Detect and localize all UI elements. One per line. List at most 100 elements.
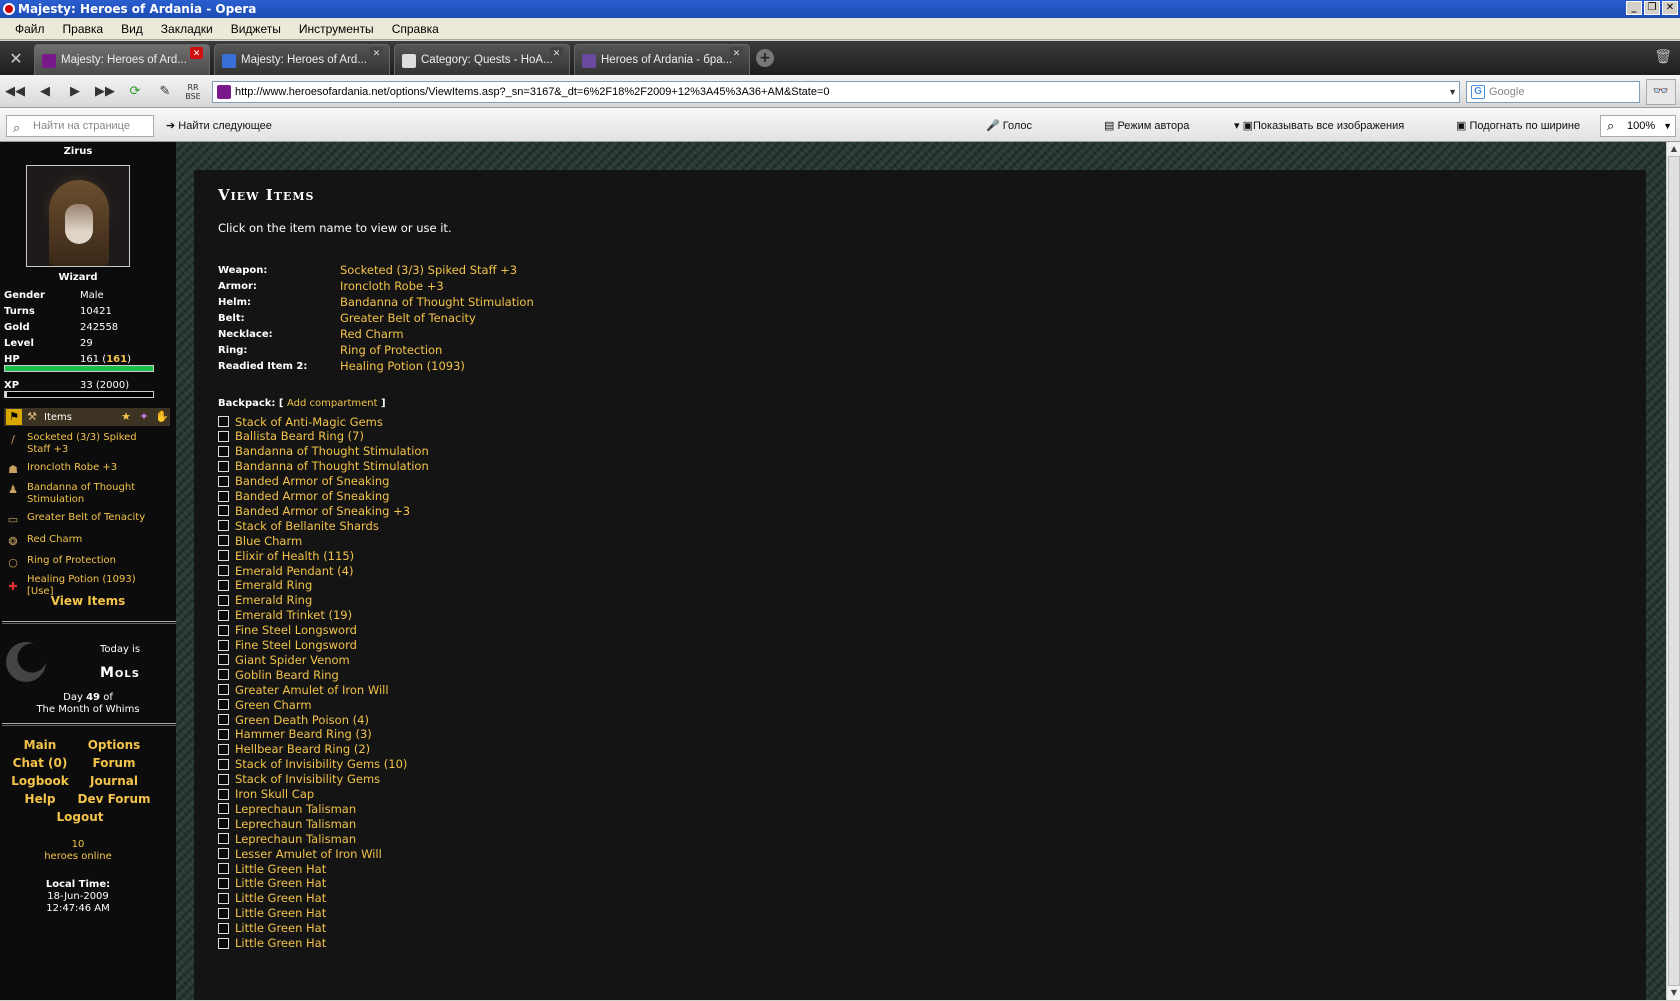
item-link[interactable]: Lesser Amulet of Iron Will <box>235 847 382 861</box>
item-checkbox[interactable] <box>218 550 229 562</box>
item-link[interactable]: Blue Charm <box>235 534 302 548</box>
item-checkbox[interactable] <box>218 490 229 502</box>
nav-options[interactable]: Options <box>74 738 154 752</box>
item-link[interactable]: Iron Skull Cap <box>235 787 314 801</box>
back-icon[interactable]: ◀ <box>34 83 56 101</box>
item-checkbox[interactable] <box>218 892 229 904</box>
tab-close-icon[interactable]: ✕ <box>370 47 383 59</box>
item-link[interactable]: Green Death Poison (4) <box>235 713 369 727</box>
close-window-button[interactable]: ✕ <box>1662 1 1678 15</box>
item-link[interactable]: Bandanna of Thought Stimulation <box>235 459 429 473</box>
item-link[interactable]: Banded Armor of Sneaking <box>235 474 389 488</box>
rewind-icon[interactable]: ◀◀ <box>4 83 26 101</box>
item-link[interactable]: Little Green Hat <box>235 936 326 950</box>
item-checkbox[interactable] <box>218 877 229 889</box>
nav-forum[interactable]: Forum <box>74 756 154 770</box>
tab-close-icon[interactable]: ✕ <box>730 47 743 59</box>
nav-dev-forum[interactable]: Dev Forum <box>74 792 154 806</box>
item-link[interactable]: Little Green Hat <box>235 921 326 935</box>
item-checkbox[interactable] <box>218 624 229 636</box>
item-link[interactable]: Stack of Invisibility Gems <box>235 772 380 786</box>
item-link[interactable]: Leprechaun Talisman <box>235 817 356 831</box>
reload-icon[interactable]: ⟳ <box>124 83 146 101</box>
item-checkbox[interactable] <box>218 520 229 532</box>
scroll-down-icon[interactable]: ▼ <box>1667 986 1680 1000</box>
nav-main[interactable]: Main <box>0 738 80 752</box>
item-link[interactable]: Banded Armor of Sneaking +3 <box>235 504 410 518</box>
url-field[interactable]: http://www.heroesofardania.net/options/V… <box>212 81 1460 103</box>
tab-1[interactable]: Majesty: Heroes of Ard... ✕ <box>34 44 210 75</box>
item-link[interactable]: Stack of Anti-Magic Gems <box>235 415 383 429</box>
tab-close-icon[interactable]: ✕ <box>190 47 203 59</box>
item-checkbox[interactable] <box>218 833 229 845</box>
item-checkbox[interactable] <box>218 669 229 681</box>
item-checkbox[interactable] <box>218 743 229 755</box>
item-checkbox[interactable] <box>218 937 229 949</box>
edit-icon[interactable]: ✎ <box>154 83 176 101</box>
item-link[interactable]: Leprechaun Talisman <box>235 832 356 846</box>
fast-forward-icon[interactable]: ▶▶ <box>94 83 116 101</box>
item-checkbox[interactable] <box>218 654 229 666</box>
restore-button[interactable]: ❐ <box>1644 1 1660 15</box>
tools-icon[interactable]: ✕ <box>6 49 26 69</box>
item-checkbox[interactable] <box>218 803 229 815</box>
url-dropdown-icon[interactable]: ▼ <box>1448 82 1457 102</box>
spell-icon[interactable]: ✦ <box>136 409 152 425</box>
item-checkbox[interactable] <box>218 728 229 740</box>
item-link[interactable]: Little Green Hat <box>235 862 326 876</box>
item-link[interactable]: Emerald Pendant (4) <box>235 564 353 578</box>
item-checkbox[interactable] <box>218 579 229 591</box>
item-checkbox[interactable] <box>218 818 229 830</box>
item-checkbox[interactable] <box>218 848 229 860</box>
item-checkbox[interactable] <box>218 639 229 651</box>
find-input[interactable]: ⌕ Найти на странице <box>6 115 154 137</box>
forward-icon[interactable]: ▶ <box>64 83 86 101</box>
tab-3[interactable]: Category: Quests - HoA... ✕ <box>394 44 570 75</box>
item-checkbox[interactable] <box>218 505 229 517</box>
item-link[interactable]: Giant Spider Venom <box>235 653 350 667</box>
item-link[interactable]: Elixir of Health (115) <box>235 549 354 563</box>
item-link[interactable]: Hammer Beard Ring (3) <box>235 727 372 741</box>
zoom-select[interactable]: ⌕ 100% ▼ <box>1600 115 1676 137</box>
scroll-up-icon[interactable]: ▲ <box>1667 142 1680 156</box>
item-checkbox[interactable] <box>218 922 229 934</box>
item-link[interactable]: Stack of Invisibility Gems (10) <box>235 757 407 771</box>
item-checkbox[interactable] <box>218 430 229 442</box>
add-compartment-link[interactable]: Add compartment <box>287 398 378 409</box>
voice-button[interactable]: 🎤 Голос <box>986 119 1032 132</box>
new-tab-icon[interactable]: + <box>756 49 774 67</box>
menu-bookmarks[interactable]: Закладки <box>152 22 222 36</box>
item-checkbox[interactable] <box>218 594 229 606</box>
item-checkbox[interactable] <box>218 460 229 472</box>
item-checkbox[interactable] <box>218 535 229 547</box>
item-link[interactable]: Greater Amulet of Iron Will <box>235 683 389 697</box>
items-label[interactable]: Items <box>44 412 116 423</box>
menu-file[interactable]: Файл <box>6 22 54 36</box>
zoom-dropdown-icon[interactable]: ▼ <box>1663 116 1672 136</box>
menu-tools[interactable]: Инструменты <box>290 22 383 36</box>
nav-logbook[interactable]: Logbook <box>0 774 80 788</box>
item-link[interactable]: Green Charm <box>235 698 312 712</box>
find-next-button[interactable]: ➔ Найти следующее <box>166 119 272 132</box>
item-checkbox[interactable] <box>218 863 229 874</box>
item-link[interactable]: Little Green Hat <box>235 906 326 920</box>
menu-edit[interactable]: Правка <box>54 22 113 36</box>
item-checkbox[interactable] <box>218 788 229 800</box>
item-link[interactable]: Fine Steel Longsword <box>235 638 357 652</box>
item-link[interactable]: Ballista Beard Ring (7) <box>235 429 364 443</box>
equip-necklace-link[interactable]: Red Charm <box>340 327 404 341</box>
nav-help[interactable]: Help <box>0 792 80 806</box>
item-checkbox[interactable] <box>218 758 229 770</box>
item-link[interactable]: Bandanna of Thought Stimulation <box>235 444 429 458</box>
view-items-link[interactable]: View Items <box>0 594 176 608</box>
fit-width-button[interactable]: ▣ Подогнать по ширине <box>1456 119 1580 132</box>
star-icon[interactable]: ★ <box>118 409 134 425</box>
trash-icon[interactable]: 🗑 <box>1654 49 1672 65</box>
item-checkbox[interactable] <box>218 565 229 576</box>
item-link[interactable]: Banded Armor of Sneaking <box>235 489 389 503</box>
minimize-button[interactable]: _ <box>1626 1 1642 15</box>
scrollbar-thumb[interactable] <box>1668 156 1680 986</box>
item-link[interactable]: Emerald Trinket (19) <box>235 608 352 622</box>
bag-icon[interactable]: ⚑ <box>6 409 22 425</box>
item-link[interactable]: Leprechaun Talisman <box>235 802 356 816</box>
